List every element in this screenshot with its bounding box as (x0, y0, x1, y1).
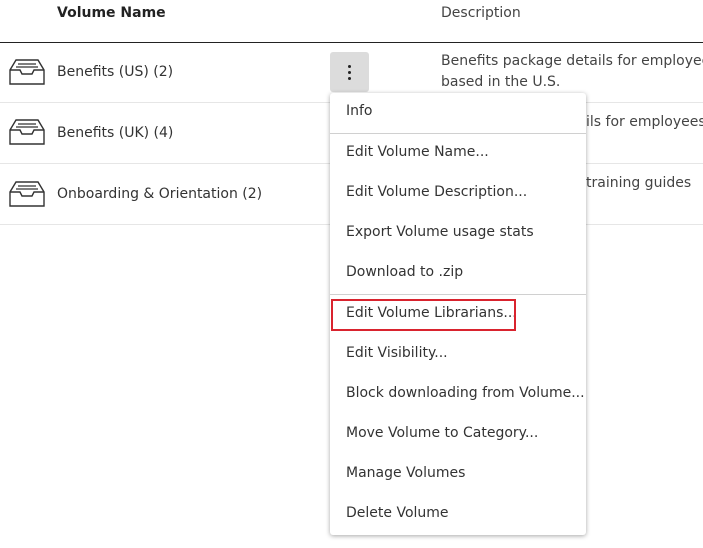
menu-item-label: Download to .zip (346, 264, 464, 280)
menu-item-label: Info (346, 103, 373, 119)
menu-item-label: Manage Volumes (346, 465, 466, 481)
menu-item-label: Edit Volume Name... (346, 144, 489, 160)
volume-description: Benefits package details for employees b… (441, 51, 703, 93)
menu-item-edit-volume-description[interactable]: Edit Volume Description... (330, 174, 586, 214)
menu-item-block-downloading[interactable]: Block downloading from Volume... (330, 375, 586, 415)
menu-item-label: Move Volume to Category... (346, 425, 539, 441)
menu-item-move-to-category[interactable]: Move Volume to Category... (330, 415, 586, 455)
description-line: training guides (586, 175, 692, 191)
volume-name[interactable]: Benefits (US) (2) (57, 64, 173, 80)
description-line: Benefits package details for employees (441, 53, 703, 69)
description-line: based in the U.S. (441, 74, 561, 90)
volume-name[interactable]: Benefits (UK) (4) (57, 125, 173, 141)
menu-item-delete-volume[interactable]: Delete Volume (330, 495, 586, 535)
volume-name[interactable]: Onboarding & Orientation (2) (57, 186, 262, 202)
menu-item-edit-visibility[interactable]: Edit Visibility... (330, 335, 586, 375)
volume-description: ils for employees (586, 112, 703, 133)
menu-item-label: Edit Volume Description... (346, 184, 528, 200)
volume-context-menu: Info Edit Volume Name... Edit Volume Des… (330, 93, 586, 535)
menu-item-manage-volumes[interactable]: Manage Volumes (330, 455, 586, 495)
volume-description: training guides (586, 173, 703, 194)
inbox-tray-icon (9, 119, 45, 145)
menu-item-label: Export Volume usage stats (346, 224, 534, 240)
volume-actions-button[interactable] (330, 52, 369, 92)
menu-item-export-usage-stats[interactable]: Export Volume usage stats (330, 214, 586, 254)
column-header-volume-name[interactable]: Volume Name (57, 5, 166, 21)
inbox-tray-icon (9, 181, 45, 207)
menu-item-download-zip[interactable]: Download to .zip (330, 254, 586, 294)
inbox-tray-icon (9, 59, 45, 85)
menu-item-info[interactable]: Info (330, 93, 586, 133)
menu-item-label: Block downloading from Volume... (346, 385, 585, 401)
menu-item-edit-volume-name[interactable]: Edit Volume Name... (330, 134, 586, 174)
description-line: ils for employees (586, 114, 703, 130)
highlight-annotation (331, 299, 516, 331)
table-header: Volume Name Description (0, 0, 703, 43)
menu-item-label: Delete Volume (346, 505, 449, 521)
menu-item-label: Edit Visibility... (346, 345, 448, 361)
column-header-description[interactable]: Description (441, 5, 521, 21)
